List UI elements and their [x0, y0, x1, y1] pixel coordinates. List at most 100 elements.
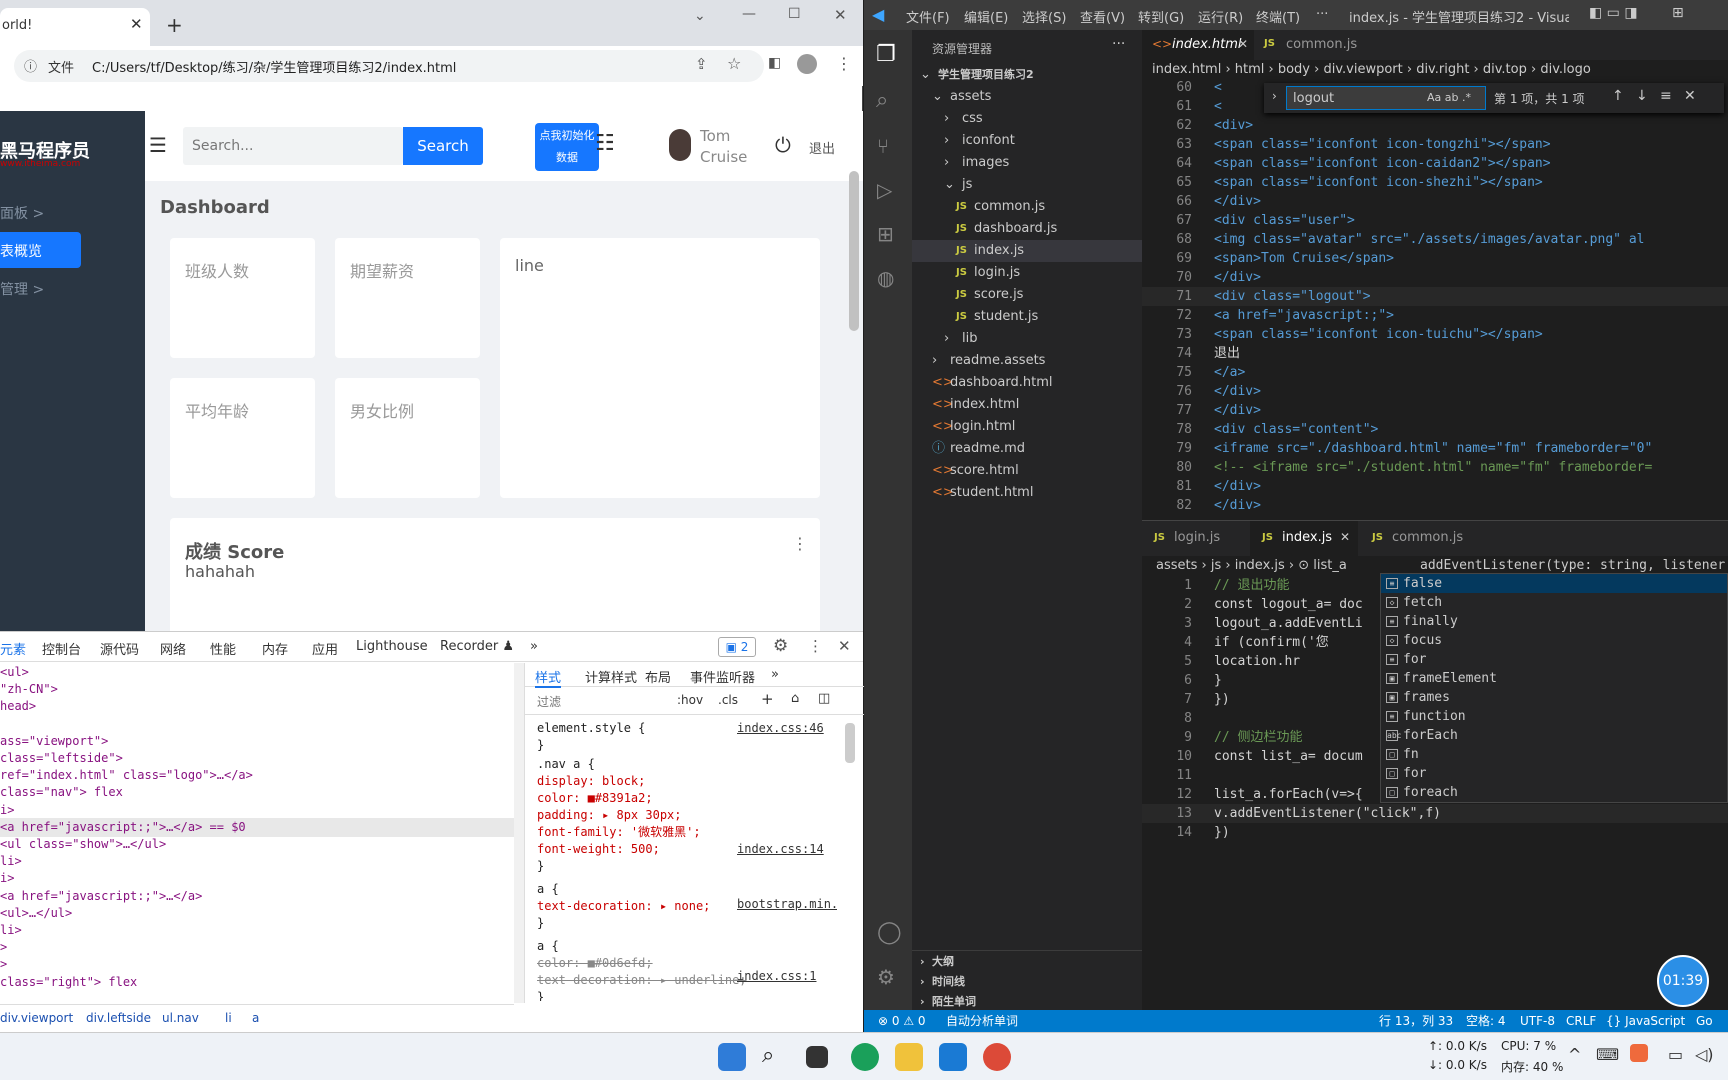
devtools-tab[interactable]: »	[530, 639, 538, 654]
tree-item[interactable]: JS index.js	[912, 240, 1142, 262]
code-text[interactable]: <span class="iconfont icon-shezhi"></spa…	[1192, 173, 1543, 192]
suggestion-item[interactable]: ≡ finally	[1381, 612, 1727, 631]
tree-item[interactable]: JS dashboard.js	[912, 218, 1142, 240]
tree-item[interactable]: <> student.html	[912, 482, 1142, 504]
code-text[interactable]: </a>	[1192, 363, 1245, 382]
sidebar-item-manage[interactable]: 管理 >	[0, 279, 44, 299]
init-data-button[interactable]: 点我初始化数据	[535, 123, 599, 171]
code-text[interactable]: <span class="iconfont icon-caidan2"></sp…	[1192, 154, 1551, 173]
issues-badge[interactable]: ▣ 2	[718, 637, 756, 657]
account-icon[interactable]: ◯	[877, 920, 902, 945]
suggestion-item[interactable]: ≡ function	[1381, 707, 1727, 726]
bottom-breadcrumb[interactable]: assets › js › index.js › ⊙ list_a	[1156, 558, 1396, 573]
explorer-section[interactable]: › 时间线	[912, 971, 1142, 993]
code-text[interactable]: if (confirm('您	[1192, 633, 1329, 652]
find-input[interactable]: logout Aa ab .*	[1286, 86, 1486, 110]
suggestion-item[interactable]: ▣ frameElement	[1381, 669, 1727, 688]
dom-tree-line[interactable]: class="right"> flex	[0, 973, 137, 992]
find-in-selection-icon[interactable]: ≡	[1660, 88, 1672, 104]
css-rule-line[interactable]: }	[537, 988, 544, 1001]
tree-item[interactable]: JS student.js	[912, 306, 1142, 328]
indent-status[interactable]: 空格: 4	[1466, 1010, 1506, 1032]
search-button[interactable]: Search	[403, 127, 483, 165]
css-rule-line[interactable]: color: ■#8391a2;	[537, 789, 653, 807]
layout-toggle-icon[interactable]: ◧ ▭ ◨	[1589, 5, 1638, 21]
filter-input[interactable]: 过滤	[537, 693, 561, 710]
dom-tree-line[interactable]: <ul>	[0, 663, 29, 682]
app-tray-icon[interactable]	[1630, 1044, 1648, 1062]
find-expand-chevron-icon[interactable]: ›	[1272, 89, 1277, 103]
close-window-icon[interactable]: ✕	[834, 6, 847, 24]
code-text[interactable]: <div class="user">	[1192, 211, 1355, 230]
css-rule-line[interactable]: font-weight: 500;	[537, 840, 660, 858]
suggestion-item[interactable]: □ for	[1381, 764, 1727, 783]
dom-tree-line[interactable]: ass="viewport">	[0, 732, 108, 751]
tree-item[interactable]: › css	[912, 108, 1142, 130]
styles-tab[interactable]: »	[771, 667, 779, 682]
close-tab-icon[interactable]: ✕	[1340, 530, 1350, 544]
suggestion-item[interactable]: ◇ fetch	[1381, 593, 1727, 612]
editor-tab[interactable]: JS index.js ✕	[1250, 521, 1358, 557]
dom-tree-line[interactable]: <ul class="show">…</ul>	[0, 835, 166, 854]
code-text[interactable]: 退出	[1192, 344, 1240, 363]
dom-tree-line[interactable]: <a href="javascript:;">…</a>	[0, 887, 202, 906]
dom-tree-line[interactable]: class="leftside">	[0, 749, 123, 768]
tree-item[interactable]: ⌄ assets	[912, 86, 1142, 108]
explorer-section[interactable]: › 大纲	[912, 951, 1142, 973]
kebab-menu-icon[interactable]: ⋮	[836, 54, 852, 73]
score-more-icon[interactable]: ⋮	[792, 534, 808, 553]
code-text[interactable]: </div>	[1192, 477, 1261, 496]
close-tab-icon[interactable]: ✕	[130, 15, 143, 33]
devtools-tab[interactable]: 网络	[160, 639, 186, 658]
dom-tree-line[interactable]: <a href="javascript:;">…</a> == $0	[0, 817, 514, 837]
css-rule-line[interactable]: color: ■#0d6efd;	[537, 954, 653, 972]
dom-tree-line[interactable]: i>	[0, 869, 14, 888]
css-rule-line[interactable]: text-decoration: ▸ none;	[537, 897, 710, 915]
page-scrollbar[interactable]	[849, 171, 859, 331]
run-debug-icon[interactable]: ▷	[877, 178, 892, 202]
devtools-tab[interactable]: Recorder ♟	[440, 639, 514, 654]
task-view-icon[interactable]	[806, 1046, 828, 1068]
devtools-tab[interactable]: Lighthouse	[356, 639, 428, 654]
code-text[interactable]: })	[1192, 690, 1230, 709]
suggestion-item[interactable]: abc forEach	[1381, 726, 1727, 745]
code-text[interactable]: </div>	[1192, 268, 1261, 287]
dom-breadcrumb-item[interactable]: div.leftside	[86, 1011, 151, 1025]
menu-item[interactable]: 运行(R)	[1198, 7, 1243, 26]
dom-tree-line[interactable]: >	[0, 955, 7, 974]
find-next-icon[interactable]: ↓	[1636, 88, 1648, 104]
tree-item[interactable]: › images	[912, 152, 1142, 174]
dom-tree-line[interactable]: "zh-CN">	[0, 680, 58, 699]
css-source-link[interactable]: index.css:14	[737, 840, 824, 858]
info-icon[interactable]: ⓘ	[24, 56, 37, 75]
chrome-browser-icon[interactable]	[983, 1043, 1011, 1071]
minimize-icon[interactable]: —	[742, 6, 756, 22]
code-text[interactable]: <div>	[1192, 116, 1253, 135]
code-text[interactable]: <div class="logout">	[1192, 287, 1371, 306]
settings-gear-icon[interactable]: ⚙	[773, 636, 788, 656]
address-bar[interactable]: ⓘ 文件 C:/Users/tf/Desktop/练习/杂/学生管理项目练习2/…	[14, 50, 764, 82]
css-rule-line[interactable]: .nav a {	[537, 755, 595, 773]
tab-common-js[interactable]: JS common.js	[1254, 30, 1364, 60]
dom-tree-line[interactable]: head>	[0, 697, 36, 716]
find-close-icon[interactable]: ✕	[1684, 88, 1696, 104]
suggestion-item[interactable]: □ foreach	[1381, 783, 1727, 802]
avatar[interactable]	[669, 129, 691, 161]
styles-tab[interactable]: 事件监听器	[690, 667, 755, 686]
tree-item[interactable]: ⌄ 学生管理项目练习2	[912, 64, 1142, 86]
styles-tab[interactable]: 布局	[645, 667, 671, 686]
network-icon[interactable]: ▭	[1668, 1045, 1683, 1064]
css-rule-line[interactable]: padding: ▸ 8px 30px;	[537, 806, 682, 824]
code-text[interactable]: </div>	[1192, 192, 1261, 211]
devtools-close-icon[interactable]: ✕	[838, 637, 851, 655]
css-rule-line[interactable]: font-family: '微软雅黑';	[537, 823, 701, 841]
logout-link[interactable]: 退出	[809, 138, 835, 157]
menu-item[interactable]: ···	[1316, 7, 1328, 22]
code-text[interactable]: const list_a= docum	[1192, 747, 1363, 766]
tree-item[interactable]: ⓘ readme.md	[912, 438, 1142, 460]
styles-scrollbar[interactable]	[845, 723, 855, 763]
dom-tree-line[interactable]: li>	[0, 921, 22, 940]
code-text[interactable]: <!-- <iframe src="./student.html" name="…	[1192, 458, 1652, 477]
eol-status[interactable]: CRLF	[1566, 1010, 1596, 1032]
chevron-down-icon[interactable]: ⌄	[694, 8, 706, 24]
